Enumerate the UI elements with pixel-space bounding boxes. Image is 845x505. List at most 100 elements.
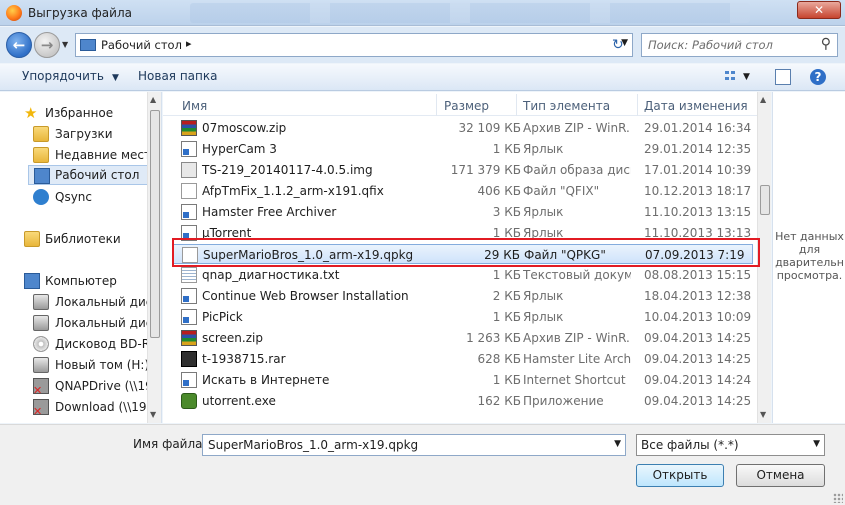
sidebar-item-new-volume[interactable]: Новый том (H:) [0, 355, 149, 375]
column-date[interactable]: Дата изменения [644, 99, 748, 113]
firefox-icon [6, 5, 22, 21]
file-row[interactable]: Continue Web Browser Installation 2 КБ Ярл… [173, 286, 753, 306]
organize-button[interactable]: Упорядочить ▼ [22, 69, 119, 83]
sidebar-item-favorites[interactable]: ★ Избранное [0, 103, 145, 123]
file-name: 07moscow.zip [202, 121, 287, 135]
search-placeholder: Поиск: Рабочий стол [648, 38, 773, 52]
preview-pane: Нет данных для дварительн просмотра. [772, 92, 845, 423]
address-bar[interactable]: Рабочий стол ▸ ▼ [75, 33, 633, 57]
file-size: 162 КБ [477, 394, 521, 408]
file-row[interactable]: screen.zip 1 263 КБ Архив ZIP - WinR... 09.… [173, 328, 753, 348]
filetype-value[interactable]: Все файлы (*.*) [641, 438, 739, 452]
recent-locations-dropdown[interactable]: ▼ [62, 40, 68, 49]
shortcut-icon [181, 204, 197, 220]
network-drive-disconnected-icon [33, 378, 49, 397]
annotation-highlight-box [172, 238, 760, 267]
file-name: t-1938715.rar [202, 352, 286, 366]
column-type[interactable]: Тип элемента [523, 99, 610, 113]
file-row[interactable]: utorrent.exe 162 КБ Приложение 09.04.2013 1… [173, 391, 753, 411]
chevron-right-icon[interactable]: ▸ [186, 37, 192, 50]
sidebar-label: Загрузки [55, 127, 113, 141]
view-dropdown-icon[interactable]: ▼ [743, 72, 759, 88]
view-options-icon[interactable] [724, 69, 740, 85]
sidebar-item-libraries[interactable]: Библиотеки [0, 229, 145, 249]
sidebar-item-download-share[interactable]: Download (\\192 [0, 397, 154, 418]
forward-button[interactable]: → [34, 32, 60, 58]
file-size: 2 КБ [492, 289, 521, 303]
scroll-up-icon[interactable]: ▲ [150, 95, 156, 104]
network-drive-disconnected-icon [33, 399, 49, 418]
column-divider[interactable] [436, 94, 437, 116]
hard-drive-icon [33, 294, 49, 310]
file-name: Continue Web Browser Installation [202, 289, 409, 303]
new-folder-button[interactable]: Новая папка [138, 69, 217, 83]
sidebar-label: Избранное [45, 106, 114, 120]
qsync-icon [33, 189, 49, 205]
address-location[interactable]: Рабочий стол [101, 38, 182, 52]
file-type: Файл образа диска [523, 163, 631, 177]
navigation-scrollbar[interactable]: ▲ ▼ [147, 92, 161, 423]
preview-pane-icon[interactable] [775, 69, 791, 85]
file-date: 08.08.2013 15:15 [644, 268, 752, 282]
cancel-button[interactable]: Отмена [736, 464, 825, 487]
disk-image-icon [181, 162, 197, 178]
column-name[interactable]: Имя [182, 99, 207, 113]
filetype-select[interactable]: Все файлы (*.*) ▼ [636, 434, 825, 456]
zip-icon [181, 330, 197, 346]
file-date: 09.04.2013 14:25 [644, 331, 752, 345]
scroll-up-icon[interactable]: ▲ [760, 95, 766, 104]
sidebar-item-computer[interactable]: Компьютер [0, 271, 145, 291]
sidebar-item-desktop[interactable]: Рабочий стол [28, 165, 148, 185]
address-row: ← → ▼ Рабочий стол ▸ ▼ ↻ Поиск: Рабочий … [0, 27, 845, 63]
sidebar-label: Компьютер [45, 274, 117, 288]
exe-icon [181, 393, 197, 409]
scrollbar-thumb[interactable] [150, 110, 160, 338]
sidebar-item-bd-drive[interactable]: Дисковод BD-RO [0, 334, 159, 354]
open-button[interactable]: Открыть [636, 464, 724, 487]
file-size: 1 КБ [492, 142, 521, 156]
refresh-icon[interactable]: ↻ [612, 37, 624, 53]
column-divider[interactable] [637, 94, 638, 116]
file-row[interactable]: Hamster Free Archiver 3 КБ Ярлык 11.10.2013… [173, 202, 753, 222]
window-title: Выгрузка файла [28, 6, 132, 20]
file-icon [181, 183, 197, 199]
file-type: Архив ZIP - WinR... [523, 331, 631, 345]
file-row[interactable]: TS-219_20140117-4.0.5.img 171 379 КБ Файл … [173, 160, 753, 180]
close-button[interactable]: ✕ [797, 1, 841, 19]
file-type: Архив ZIP - WinR... [523, 121, 631, 135]
file-type: Текстовый докум... [523, 268, 631, 282]
file-name: Hamster Free Archiver [202, 205, 337, 219]
chevron-down-icon[interactable]: ▼ [614, 439, 621, 449]
chevron-down-icon[interactable]: ▼ [813, 439, 820, 449]
file-row[interactable]: AfpTmFix_1.1.2_arm-x191.qfix 406 КБ Файл "… [173, 181, 753, 201]
file-row[interactable]: 07moscow.zip 32 109 КБ Архив ZIP - WinR...… [173, 118, 753, 138]
column-divider[interactable] [516, 94, 517, 116]
sidebar-item-local-disk-d[interactable]: Локальный диск [0, 313, 160, 333]
back-button[interactable]: ← [6, 32, 32, 58]
column-size[interactable]: Размер [444, 99, 489, 113]
sidebar-item-qsync[interactable]: Qsync [0, 187, 145, 207]
file-row[interactable]: HyperCam 3 1 КБ Ярлык 29.01.2014 12:35 [173, 139, 753, 159]
resize-grip[interactable] [833, 493, 843, 503]
column-headers: Имя Размер Тип элемента Дата изменения [163, 94, 757, 116]
dialog-footer: Имя файла: SuperMarioBros_1.0_arm-x19.qp… [0, 424, 845, 505]
sidebar-item-qnapdrive[interactable]: QNAPDrive (\\192 [0, 376, 160, 397]
help-icon[interactable]: ? [810, 69, 826, 85]
filename-value[interactable]: SuperMarioBros_1.0_arm-x19.qpkg [208, 438, 418, 452]
file-type: Ярлык [523, 205, 564, 219]
scrollbar-thumb[interactable] [760, 185, 770, 215]
file-date: 11.10.2013 13:15 [644, 205, 752, 219]
file-row[interactable]: Искать в Интернете 1 КБ Internet Shortcut 0… [173, 370, 753, 390]
file-row[interactable]: qnap_диагностика.txt 1 КБТекстовый докум.… [173, 265, 753, 285]
scroll-down-icon[interactable]: ▼ [760, 410, 766, 419]
filename-input[interactable]: SuperMarioBros_1.0_arm-x19.qpkg ▼ [202, 434, 626, 456]
scroll-down-icon[interactable]: ▼ [150, 410, 156, 419]
file-row[interactable]: PicPick 1 КБ Ярлык 10.04.2013 10:09 [173, 307, 753, 327]
sidebar-item-downloads[interactable]: Загрузки [0, 124, 145, 144]
sidebar-item-recent-places[interactable]: Недавние места [0, 145, 158, 165]
search-icon[interactable]: ⚲ [821, 36, 831, 52]
rar-icon [181, 351, 197, 367]
sidebar-item-local-disk-c[interactable]: Локальный диск [0, 292, 160, 312]
file-row[interactable]: t-1938715.rar 628 КБ Hamster Lite Arch... 0… [173, 349, 753, 369]
search-input[interactable]: Поиск: Рабочий стол ⚲ [641, 33, 838, 57]
